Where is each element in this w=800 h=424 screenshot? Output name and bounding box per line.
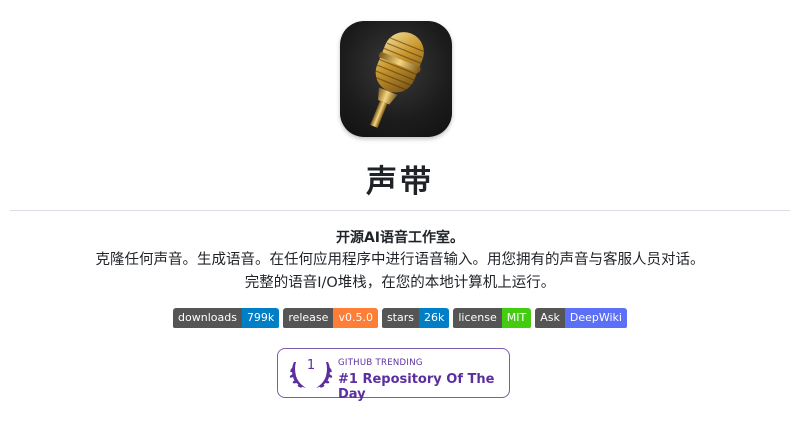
- microphone-app-icon: [340, 21, 452, 137]
- badge-value: 26k: [418, 308, 450, 328]
- badge-value: 799k: [241, 308, 280, 328]
- downloads-badge[interactable]: downloads 799k: [173, 308, 280, 330]
- github-trending-badge[interactable]: 1 GITHUB TRENDING #1 Repository Of The D…: [277, 348, 510, 402]
- description-line-1: 克隆任何声音。生成语音。在任何应用程序中进行语音输入。用您拥有的声音与客服人员对…: [95, 252, 705, 268]
- deepwiki-badge[interactable]: Ask DeepWiki: [535, 308, 627, 330]
- license-badge[interactable]: license MIT: [453, 308, 532, 330]
- badge-key: release: [283, 308, 334, 328]
- badge-key: stars: [381, 308, 419, 328]
- badge-row: downloads 799k release v0.5.0 stars 26k …: [0, 308, 800, 330]
- trending-label: GITHUB TRENDING: [338, 358, 423, 368]
- description-line-2: 完整的语音I/O堆栈，在您的本地计算机上运行。: [244, 275, 556, 291]
- golden-microphone-icon: [370, 32, 424, 128]
- release-badge[interactable]: release v0.5.0: [283, 308, 378, 330]
- badge-value: v0.5.0: [333, 308, 378, 328]
- badge-key: license: [453, 308, 502, 328]
- trending-rank: 1: [306, 358, 316, 373]
- badge-key: downloads: [173, 308, 242, 328]
- tagline: 开源AI语音工作室。: [335, 230, 465, 246]
- stars-badge[interactable]: stars 26k: [381, 308, 450, 330]
- badge-value: MIT: [501, 308, 532, 328]
- title-divider: [10, 210, 790, 211]
- readme-page: 声带 开源AI语音工作室。 克隆任何声音。生成语音。在任何应用程序中进行语音输入…: [0, 0, 800, 424]
- badge-value: DeepWiki: [564, 308, 627, 328]
- page-title: 声带: [366, 164, 434, 200]
- badge-key: Ask: [535, 308, 565, 328]
- trending-headline: #1 Repository Of The Day: [338, 372, 495, 402]
